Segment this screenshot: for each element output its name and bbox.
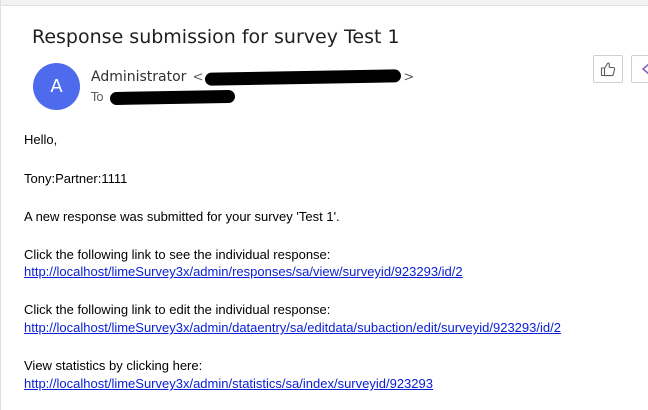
greeting-text: Hello, <box>24 132 58 147</box>
like-button[interactable] <box>593 55 623 83</box>
view-response-text: Click the following link to see the indi… <box>24 247 331 262</box>
view-statistics-text: View statistics by clicking here: <box>24 358 203 373</box>
edit-response-link[interactable]: http://localhost/limeSurvey3x/admin/data… <box>24 320 561 335</box>
sender-name[interactable]: Administrator <box>91 69 186 85</box>
recipient-redacted <box>109 89 235 105</box>
sender-email-open: < <box>192 69 204 85</box>
email-subject: Response submission for survey Test 1 <box>32 26 400 48</box>
avatar-initial: A <box>50 76 63 97</box>
view-statistics-link[interactable]: http://localhost/limeSurvey3x/admin/stat… <box>24 376 433 391</box>
sender-row: Administrator < > <box>91 68 414 86</box>
email-reading-pane: Response submission for survey Test 1 A … <box>0 0 648 410</box>
view-response-link[interactable]: http://localhost/limeSurvey3x/admin/resp… <box>24 264 463 279</box>
notice-text: A new response was submitted for your su… <box>24 209 340 224</box>
sender-avatar[interactable]: A <box>33 63 80 110</box>
sender-email-close: > <box>403 69 415 85</box>
top-toolbar-edge <box>1 0 648 6</box>
recipient-row: To <box>91 89 235 105</box>
user-line-text: Tony:Partner:1111 <box>24 171 128 186</box>
to-label: To <box>91 90 104 104</box>
sender-email-redacted <box>205 68 402 86</box>
edit-response-text: Click the following link to edit the ind… <box>24 302 331 317</box>
reply-icon <box>642 63 648 75</box>
reply-button[interactable] <box>631 55 648 83</box>
thumbs-up-icon <box>600 62 616 77</box>
